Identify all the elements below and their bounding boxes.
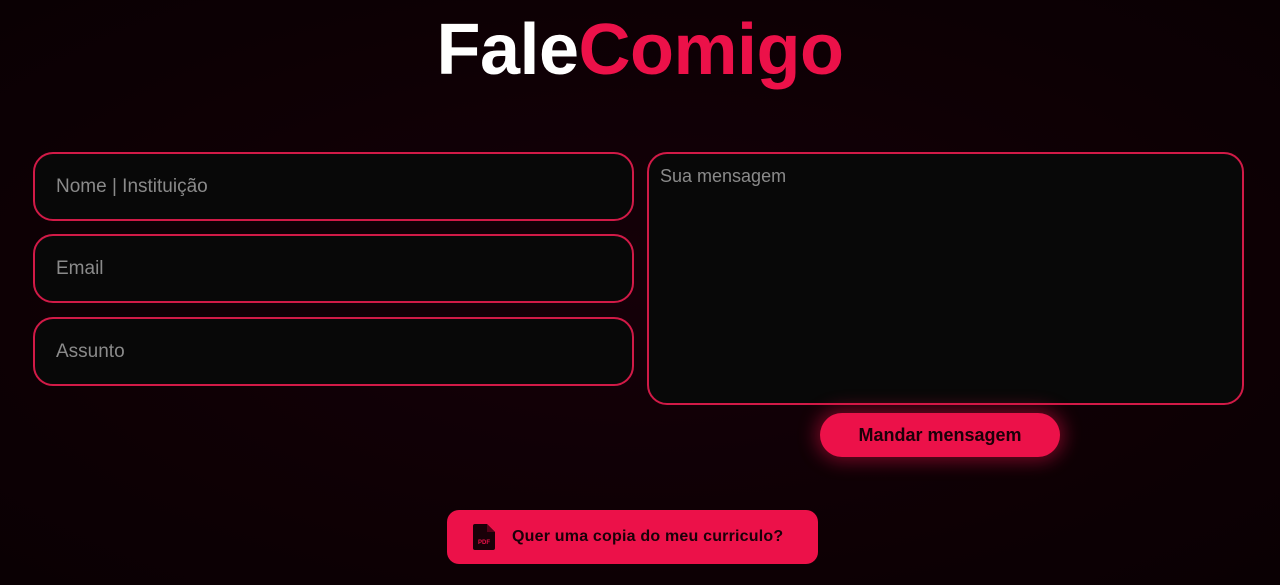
subject-input[interactable] — [33, 317, 634, 386]
title-part-fale: Fale — [436, 10, 579, 90]
send-message-button[interactable]: Mandar mensagem — [820, 413, 1060, 457]
email-input[interactable] — [33, 234, 634, 303]
title-part-comigo: Comigo — [578, 10, 844, 90]
name-input[interactable] — [33, 152, 634, 221]
message-textarea[interactable] — [647, 152, 1244, 405]
pdf-icon-text: PDF — [478, 540, 490, 546]
download-resume-label: Quer uma copia do meu curriculo? — [512, 528, 784, 545]
download-resume-button[interactable]: PDF Quer uma copia do meu curriculo? — [447, 510, 818, 564]
page-title: FaleComigo — [0, 8, 1280, 92]
contact-page: FaleComigo Mandar mensagem PDF Quer uma … — [0, 0, 1280, 585]
pdf-file-icon: PDF — [473, 524, 495, 550]
